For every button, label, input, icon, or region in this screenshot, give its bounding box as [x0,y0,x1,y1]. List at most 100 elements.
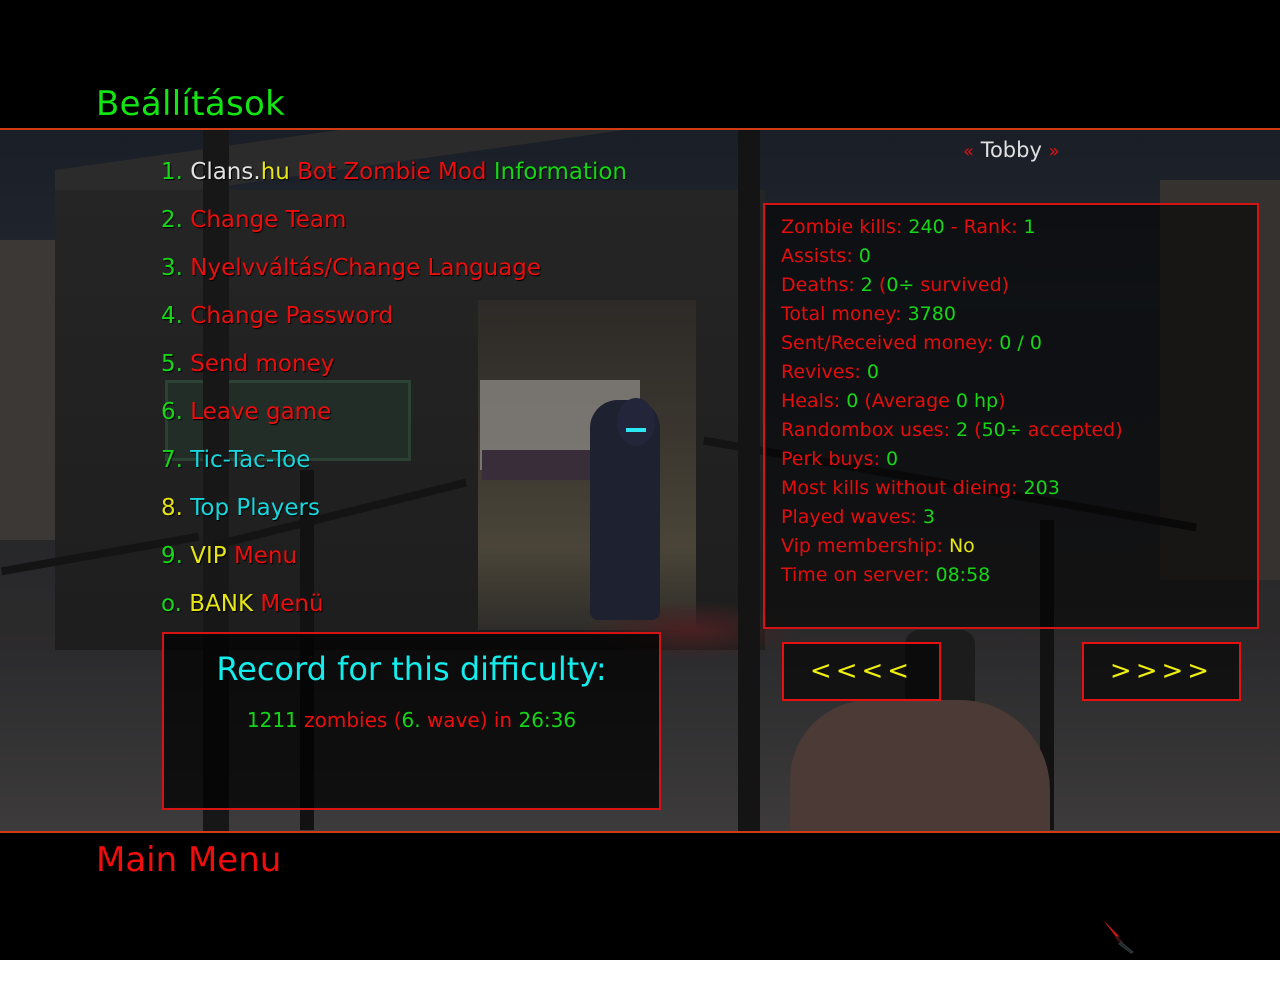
main-menu-title: Main Menu [96,840,282,880]
menu-key: 4. [161,303,183,329]
stat-label: Zombie kills: [781,216,909,238]
menu-item-change-team[interactable]: 2. Change Team [161,201,627,249]
stat-value: 3780 [907,303,956,325]
record-label: wave) in [420,708,519,732]
menu-item-send-money[interactable]: 5. Send money [161,345,627,393]
left-quote: « [963,141,975,162]
menu-item-info[interactable]: 1. Clans.hu Bot Zombie Mod Information [161,153,627,201]
menu-item-change-password[interactable]: 4. Change Password [161,297,627,345]
main-menu-list: 1. Clans.hu Bot Zombie Mod Information 2… [161,153,627,633]
stat-value: 2 [860,274,873,296]
stat-value: 0÷ [886,274,915,296]
menu-label-part: BANK [189,591,254,617]
menu-key: 8. [161,495,183,521]
menu-key: 3. [161,255,183,281]
player-hand [790,700,1050,833]
stat-value: 0 / 0 [999,332,1042,354]
stat-label: ) [998,390,1006,412]
stat-label: Vip membership: [781,535,949,557]
menu-label: Leave game [190,399,332,425]
player-name: Tobby [980,138,1042,162]
stat-value: 1 [1023,216,1036,238]
menu-label-part: Menü [253,591,324,617]
previous-page-button[interactable]: <<<< [782,642,941,701]
menu-label: Top Players [190,495,320,521]
stat-label: (Average [858,390,956,412]
menu-label: Tic-Tac-Toe [190,447,311,473]
menu-key: 6. [161,399,183,425]
stat-value: 0 [866,361,879,383]
menu-label-part: hu [260,159,290,185]
menu-item-change-language[interactable]: 3. Nyelvváltás/Change Language [161,249,627,297]
stat-value: 240 [908,216,945,238]
record-zombies: 1211 [246,708,298,732]
menu-key: 1. [161,159,183,185]
stat-value: No [948,535,975,557]
stat-label: survived) [914,274,1010,296]
stat-label: Sent/Received money: [781,332,1000,354]
player-stats-panel: Zombie kills: 240 - Rank: 1 Assists: 0 D… [763,203,1259,629]
stat-label: Deaths: [781,274,861,296]
menu-item-tic-tac-toe[interactable]: 7. Tic-Tac-Toe [161,441,627,489]
record-title: Record for this difficulty: [216,650,607,688]
stat-label: Total money: [781,303,908,325]
stat-label: Randombox uses: [781,419,957,441]
menu-item-top-players[interactable]: 8. Top Players [161,489,627,537]
lamp-post [738,130,760,833]
stat-value: 0 [886,448,899,470]
knife-icon [1103,920,1134,954]
stat-most-kills-streak: Most kills without dieing: 203 [781,474,1123,503]
stat-deaths: Deaths: 2 (0÷ survived) [781,271,1123,300]
stat-label: accepted) [1021,419,1123,441]
stat-value: 0 [846,390,859,412]
menu-key: 9. [161,543,183,569]
stat-label: Perk buys: [781,448,887,470]
stat-label: Time on server: [781,564,936,586]
menu-label: Nyelvváltás/Change Language [190,255,542,281]
stat-label: Revives: [781,361,867,383]
stat-sent-received-money: Sent/Received money: 0 / 0 [781,329,1123,358]
stat-assists: Assists: 0 [781,242,1123,271]
menu-key: 2. [161,207,183,233]
stat-label: Most kills without dieing: [781,477,1024,499]
record-time: 26:36 [518,708,577,732]
menu-key: o. [161,591,182,617]
record-details: 1211 zombies (6. wave) in 26:36 [164,706,659,734]
menu-label-part: Clans. [190,159,261,185]
zombie-eyes [626,428,646,432]
menu-key: 7. [161,447,183,473]
rock-left [0,240,60,540]
settings-title: Beállítások [96,84,286,124]
stat-total-money: Total money: 3780 [781,300,1123,329]
menu-label-part: Menu [226,543,298,569]
menu-label: Change Password [190,303,394,329]
stat-label: - Rank: [944,216,1024,238]
menu-item-vip-menu[interactable]: 9. VIP Menu [161,537,627,585]
menu-label: Send money [190,351,335,377]
stat-played-waves: Played waves: 3 [781,503,1123,532]
stat-revives: Revives: 0 [781,358,1123,387]
right-quote: » [1048,141,1060,162]
stat-value: 2 [956,419,969,441]
menu-label: Change Team [190,207,347,233]
stat-value: 3 [922,506,935,528]
difficulty-record-panel: Record for this difficulty: 1211 zombies… [162,632,661,810]
player-name-header: « Tobby » [963,136,1060,166]
stat-heals: Heals: 0 (Average 0 hp) [781,387,1123,416]
stat-label: Assists: [781,245,859,267]
menu-key: 5. [161,351,183,377]
menu-label-part: VIP [190,543,227,569]
stat-label: ( [872,274,887,296]
menu-item-bank-menu[interactable]: o. BANK Menü [161,585,627,633]
menu-item-leave-game[interactable]: 6. Leave game [161,393,627,441]
stat-vip-membership: Vip membership: No [781,532,1123,561]
stat-value: 203 [1023,477,1060,499]
stat-label: Heals: [781,390,847,412]
stat-value: 50÷ [981,419,1022,441]
stat-time-on-server: Time on server: 08:58 [781,561,1123,590]
record-wave: 6. [401,708,421,732]
stat-value: 08:58 [935,564,991,586]
stat-value: 0 hp [955,390,999,412]
next-page-button[interactable]: >>>> [1082,642,1241,701]
stat-zombie-kills: Zombie kills: 240 - Rank: 1 [781,213,1123,242]
